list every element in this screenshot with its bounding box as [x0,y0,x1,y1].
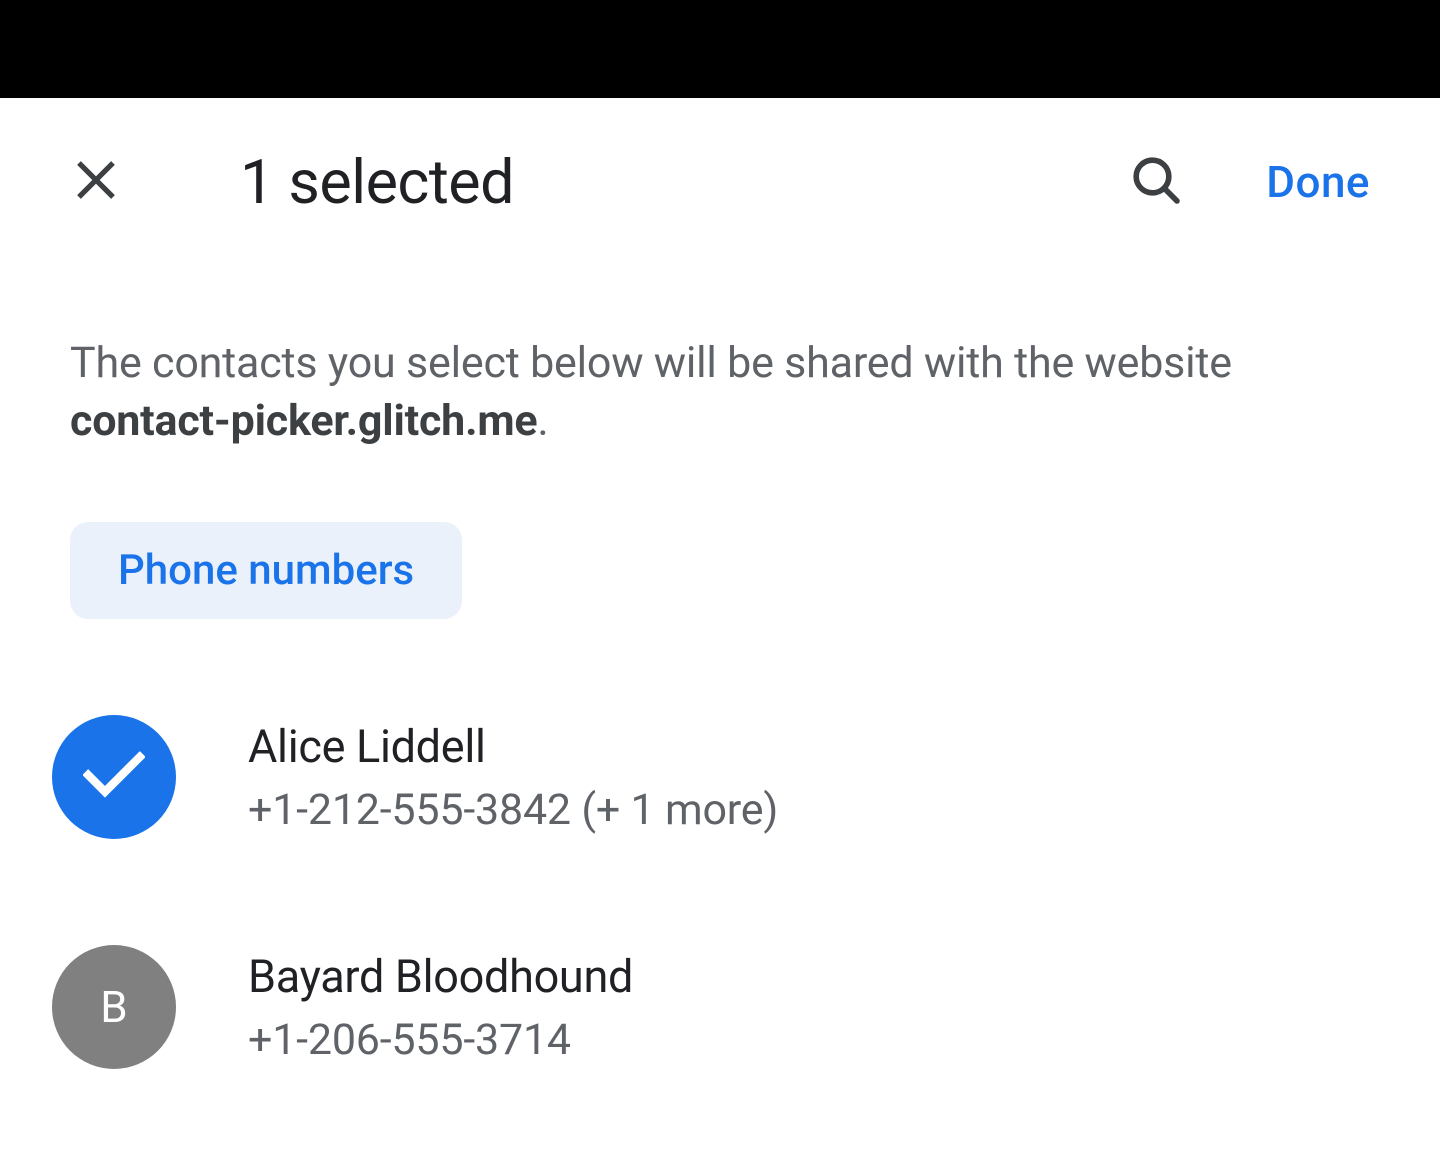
header: 1 selected Done [12,98,1428,258]
contact-info: Bayard Bloodhound +1-206-555-3714 [248,950,633,1065]
info-prefix: The contacts you select below will be sh… [70,338,1232,388]
phone-numbers-chip[interactable]: Phone numbers [70,522,462,619]
done-button[interactable]: Done [1266,156,1370,208]
contact-phone: +1-206-555-3714 [248,1015,633,1065]
chip-row: Phone numbers [12,450,1428,619]
avatar-selected [52,715,176,839]
contact-name: Alice Liddell [248,720,778,773]
info-suffix: . [537,396,548,446]
info-website: contact-picker.glitch.me [70,396,537,446]
avatar-initial: B [52,945,176,1069]
selection-count-title: 1 selected [240,146,514,218]
close-icon [70,154,122,210]
contact-name: Bayard Bloodhound [248,950,633,1003]
contact-list: Alice Liddell +1-212-555-3842 (+ 1 more)… [12,619,1428,1087]
contact-row[interactable]: B Bayard Bloodhound +1-206-555-3714 [52,927,1370,1087]
search-icon [1128,152,1184,212]
search-button[interactable] [1128,152,1184,212]
contact-row[interactable]: Alice Liddell +1-212-555-3842 (+ 1 more) [52,697,1370,857]
status-bar [0,0,1440,98]
share-info-text: The contacts you select below will be sh… [12,258,1428,450]
close-button[interactable] [70,154,122,210]
checkmark-icon [83,751,145,803]
contact-info: Alice Liddell +1-212-555-3842 (+ 1 more) [248,720,778,835]
contact-phone: +1-212-555-3842 (+ 1 more) [248,785,778,835]
